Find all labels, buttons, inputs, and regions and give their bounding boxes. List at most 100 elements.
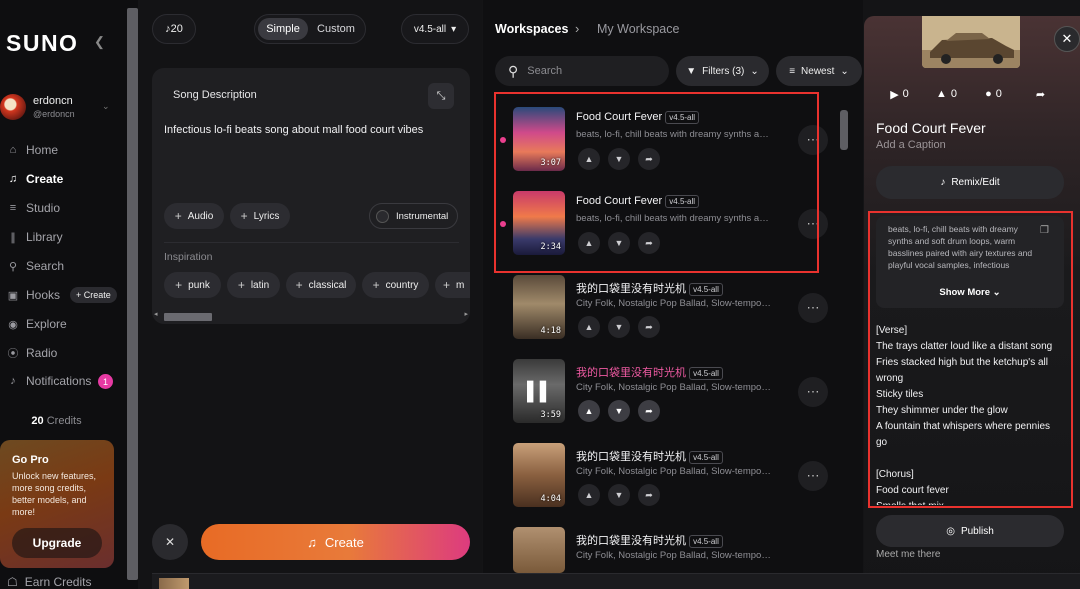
breadcrumb-my-workspace[interactable]: My Workspace <box>597 22 679 36</box>
more-options-icon[interactable]: ⋯ <box>798 209 828 239</box>
more-options-icon[interactable]: ⋯ <box>798 293 828 323</box>
like-icon[interactable]: ▲ <box>578 232 600 254</box>
song-title[interactable]: Food Court Fever v4.5-all <box>576 195 700 208</box>
sidebar-item-library[interactable]: ∥ Library <box>7 227 62 247</box>
hooks-icon: ▣ <box>7 289 19 302</box>
dislike-icon[interactable]: ▼ <box>608 232 630 254</box>
like-icon[interactable]: ▲ <box>578 400 600 422</box>
create-button[interactable]: ♫ Create <box>201 524 470 560</box>
player-cover[interactable] <box>159 578 189 589</box>
dislike-icon[interactable]: ▼ <box>608 400 630 422</box>
song-cover[interactable]: 4:18 <box>513 275 565 339</box>
scroll-left-icon[interactable]: ◂ <box>154 310 158 318</box>
instrumental-toggle[interactable]: Instrumental <box>369 203 458 229</box>
play-count[interactable]: ▶ 0 <box>876 88 923 101</box>
inspiration-chip-more[interactable]: + m <box>435 272 470 298</box>
sidebar-scrollbar[interactable] <box>127 8 138 580</box>
comment-count[interactable]: ● 0 <box>970 88 1017 100</box>
song-description-input[interactable]: Infectious lo-fi beats song about mall f… <box>164 124 460 136</box>
sidebar-item-explore[interactable]: ◉ Explore <box>7 314 67 334</box>
show-more-button[interactable]: Show More ⌄ <box>876 287 1064 298</box>
sidebar-item-hooks[interactable]: ▣ Hooks <box>7 285 60 305</box>
song-tags: City Folk, Nostalgic Pop Ballad, Slow-te… <box>576 298 772 309</box>
sidebar-item-earn-credits[interactable]: ☖ Earn Credits <box>7 575 91 589</box>
trash-icon[interactable]: ✕ <box>152 524 188 560</box>
collapse-sidebar-icon[interactable]: ❮ <box>94 34 105 50</box>
like-icon[interactable]: ▲ <box>578 316 600 338</box>
sidebar-item-search[interactable]: ⚲ Search <box>7 256 64 276</box>
mode-simple-tab[interactable]: Simple <box>258 18 308 40</box>
car-cover-art <box>922 16 1020 68</box>
inspiration-chip-country[interactable]: + country <box>362 272 429 298</box>
search-box[interactable]: ⚲ <box>495 56 669 86</box>
avatar[interactable] <box>0 94 26 120</box>
song-title[interactable]: Food Court Fever v4.5-all <box>576 111 700 124</box>
mode-custom-tab[interactable]: Custom <box>310 18 362 40</box>
dislike-icon[interactable]: ▼ <box>608 316 630 338</box>
more-options-icon[interactable]: ⋯ <box>798 461 828 491</box>
like-count[interactable]: ▲ 0 <box>923 88 970 100</box>
share-icon[interactable]: ➦ <box>638 232 660 254</box>
song-cover[interactable]: ▌▌ 3:59 <box>513 359 565 423</box>
like-icon[interactable]: ▲ <box>578 148 600 170</box>
song-tags: beats, lo-fi, chill beats with dreamy sy… <box>576 213 772 224</box>
song-description-label: Song Description <box>173 89 257 101</box>
share-icon[interactable]: ➦ <box>638 316 660 338</box>
instrumental-label: Instrumental <box>396 210 449 222</box>
scroll-right-icon[interactable]: ▸ <box>464 310 468 318</box>
song-title[interactable]: 我的口袋里没有时光机 v4.5-all <box>576 448 723 464</box>
caption-input[interactable]: Add a Caption <box>876 139 946 151</box>
share-button[interactable]: ➦ <box>1017 88 1064 101</box>
music-note-icon: ♫ <box>8 173 18 185</box>
inspiration-chip-classical[interactable]: + classical <box>286 272 356 298</box>
song-cover[interactable] <box>513 527 565 573</box>
share-icon[interactable]: ➦ <box>638 484 660 506</box>
song-cover[interactable]: 2:34 <box>513 191 565 255</box>
breadcrumb-workspaces[interactable]: Workspaces <box>495 22 568 36</box>
add-lyrics-button[interactable]: + Lyrics <box>230 203 290 229</box>
scrollbar-thumb[interactable] <box>164 313 212 321</box>
add-audio-button[interactable]: + Audio <box>164 203 224 229</box>
dislike-icon[interactable]: ▼ <box>608 484 630 506</box>
suno-logo[interactable]: SUNO <box>6 30 78 57</box>
user-name[interactable]: erdoncn <box>33 95 73 107</box>
more-options-icon[interactable]: ⋯ <box>798 125 828 155</box>
song-cover[interactable]: 4:04 <box>513 443 565 507</box>
close-icon[interactable]: ✕ <box>1054 26 1080 52</box>
song-title[interactable]: 我的口袋里没有时光机 v4.5-all <box>576 532 723 548</box>
share-icon[interactable]: ➦ <box>638 148 660 170</box>
sidebar-item-studio[interactable]: ≡ Studio <box>7 198 60 218</box>
detail-song-title[interactable]: Food Court Fever <box>876 120 986 136</box>
filters-button[interactable]: ▼ Filters (3) ⌄ <box>676 56 769 86</box>
sidebar-item-notifications[interactable]: ♪ Notifications <box>7 371 91 391</box>
chip-label: country <box>385 279 419 291</box>
remix-edit-button[interactable]: ♪ Remix/Edit <box>876 166 1064 199</box>
search-input[interactable] <box>527 65 648 77</box>
song-title-text: 我的口袋里没有时光机 <box>576 283 686 295</box>
upgrade-button[interactable]: Upgrade <box>12 528 102 558</box>
music-note-icon: ♪ <box>940 177 946 188</box>
song-cover[interactable]: 3:07 <box>513 107 565 171</box>
create-button-label: Create <box>324 534 364 550</box>
sidebar-item-radio[interactable]: ⦿ Radio <box>7 343 58 363</box>
share-icon[interactable]: ➦ <box>638 400 660 422</box>
copy-icon[interactable]: ❐ <box>1040 225 1049 236</box>
like-icon[interactable]: ▲ <box>578 484 600 506</box>
version-select[interactable]: v4.5-all ▾ <box>401 14 469 44</box>
chevron-down-icon[interactable]: ⌄ <box>102 101 110 112</box>
song-title[interactable]: 我的口袋里没有时光机 v4.5-all <box>576 280 723 296</box>
inspiration-chip-latin[interactable]: + latin <box>227 272 280 298</box>
sidebar-item-create[interactable]: ♫ Create <box>7 169 63 189</box>
sidebar-item-home[interactable]: ⌂ Home <box>7 140 58 160</box>
song-title[interactable]: 我的口袋里没有时光机 v4.5-all <box>576 364 723 380</box>
more-options-icon[interactable]: ⋯ <box>798 377 828 407</box>
inspiration-chip-punk[interactable]: + punk <box>164 272 221 298</box>
credits-pill[interactable]: ♪ 20 <box>152 14 196 44</box>
workspace-scrollbar[interactable] <box>840 110 848 150</box>
plus-icon: + <box>295 278 303 292</box>
dislike-icon[interactable]: ▼ <box>608 148 630 170</box>
hooks-create-button[interactable]: + Create <box>70 287 117 303</box>
expand-icon[interactable]: ⤡ <box>428 83 454 109</box>
publish-button[interactable]: ◎ Publish <box>876 515 1064 547</box>
sort-button[interactable]: ≡ Newest ⌄ <box>776 56 862 86</box>
